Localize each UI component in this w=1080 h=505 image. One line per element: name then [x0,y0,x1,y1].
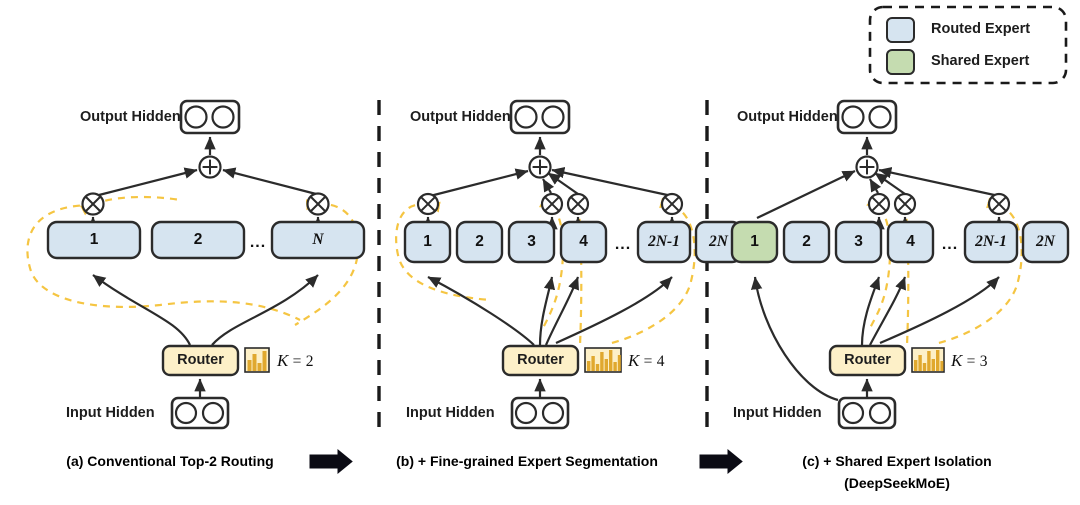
expert-label-b-1: 1 [423,233,432,250]
flow-arrow-a-to-b [309,448,353,475]
output-hidden-label-b: Output Hidden [410,109,511,125]
expert-label-b-2N1: 2N-1 [648,233,680,250]
expert-label-c-2N: 2N [1036,233,1055,250]
expert-label-b-2: 2 [475,233,484,250]
k-equals-a: = [292,353,302,370]
multiplier-node-a-2 [306,192,330,216]
k-symbol-c: K [951,351,963,370]
flow-arrow-b-to-c [699,448,743,475]
expert-label-b-4: 4 [579,233,588,250]
k-equals-c: = [966,353,976,370]
k-value-b: 4 [656,353,665,370]
legend-label-shared-expert: Shared Expert [931,53,1030,69]
multiplier-node-c-dots [893,192,917,216]
k-equals-b: = [643,353,653,370]
panel-b-graphics [395,99,743,430]
multiplier-node-c-4 [867,192,891,216]
expert-label-a-N: N [312,231,324,248]
k-value-a: 2 [305,353,314,370]
expert-label-b-3: 3 [527,233,536,250]
expert-ellipsis-c: ... [941,236,959,253]
expert-ellipsis-b: ... [614,236,632,253]
expert-label-c-2N1: 2N-1 [975,233,1007,250]
multiplier-node-a-1 [81,192,105,216]
panel-caption-c-line2: (DeepSeekMoE) [844,475,950,491]
router-label-a: Router [177,352,224,368]
panel-caption-a: (a) Conventional Top-2 Routing [66,453,274,469]
expert-label-c-1: 1 [750,233,759,250]
diagram-svg [26,5,1070,475]
k-symbol-b: K [628,351,640,370]
expert-label-b-2N: 2N [709,233,728,250]
legend-label-routed-expert: Routed Expert [931,21,1031,37]
multiplier-node-b-1 [416,192,440,216]
bar-chart-icon-b [584,347,622,373]
router-label-c: Router [844,352,891,368]
figure-canvas: Routed Expert Shared Expert Output Hidde… [0,0,1080,505]
multiplier-node-c-2N [987,192,1011,216]
panel-a-graphics [26,99,366,430]
legend-swatch-shared [886,49,915,75]
legend-box [868,5,1068,85]
output-hidden-label-a: Output Hidden [80,109,181,125]
expert-ellipsis-a: ... [249,234,267,251]
expert-label-c-3: 3 [854,233,863,250]
expert-label-c-4: 4 [906,233,915,250]
k-value-c: 3 [979,353,988,370]
multiplier-node-b-2N [660,192,684,216]
panel-c-graphics [730,99,1070,430]
panel-caption-c: (c) + Shared Expert Isolation [802,453,992,469]
input-hidden-label-c: Input Hidden [733,405,822,421]
expert-label-a-2: 2 [193,231,203,248]
panel-caption-b: (b) + Fine-grained Expert Segmentation [396,453,658,469]
multiplier-node-b-dots [566,192,590,216]
router-label-b: Router [517,352,564,368]
multiplier-node-b-4 [540,192,564,216]
input-hidden-label-a: Input Hidden [66,405,155,421]
bar-chart-icon-c [911,347,945,373]
output-hidden-label-c: Output Hidden [737,109,838,125]
input-hidden-label-b: Input Hidden [406,405,495,421]
expert-label-c-2: 2 [802,233,811,250]
expert-label-a-1: 1 [89,231,99,248]
k-symbol-a: K [277,351,289,370]
legend-swatch-routed [886,17,915,43]
bar-chart-icon-a [244,347,270,373]
